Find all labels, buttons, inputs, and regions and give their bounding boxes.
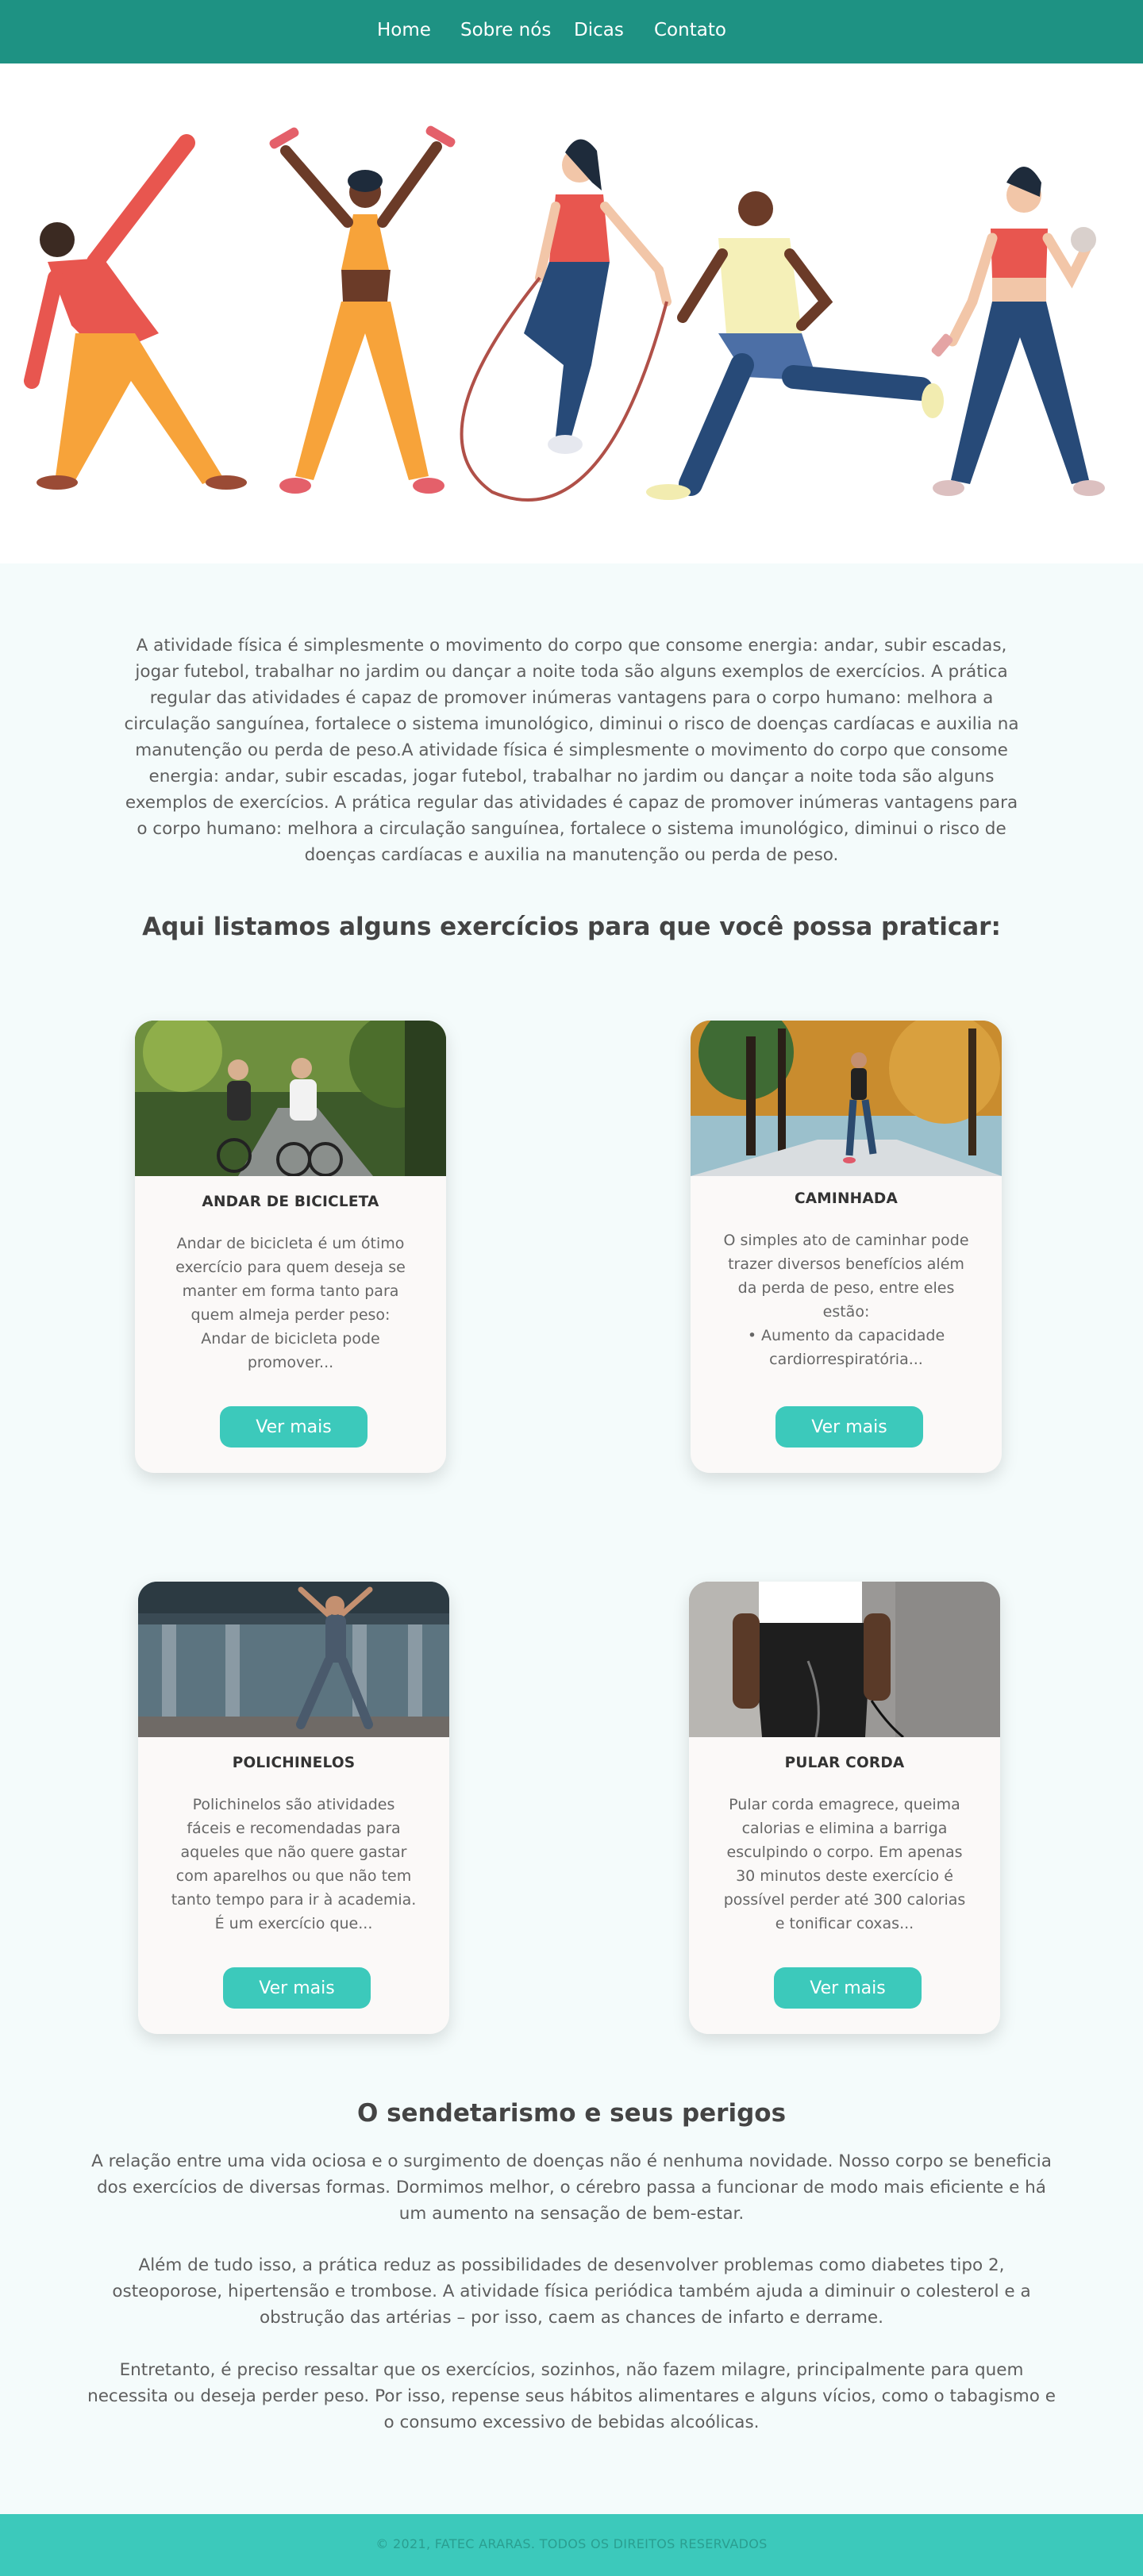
card-description: O simples ato de caminhar pode trazer di… (723, 1232, 969, 1368)
sedentary-paragraph: Entretanto, é preciso ressaltar que os e… (87, 2360, 1056, 2432)
woman-dumbbells-figure (269, 125, 456, 494)
jumping-jacks-photo (138, 1582, 449, 1737)
card-description: Polichinelos são atividades fáceis e rec… (171, 1796, 417, 1932)
top-navbar: Home Sobre nós Dicas Contato (0, 0, 1143, 63)
walking-photo (691, 1021, 1002, 1176)
card-title: PULAR CORDA (784, 1755, 905, 1771)
nav-link-dicas[interactable]: Dicas (574, 20, 624, 40)
nav-link-contato[interactable]: Contato (654, 20, 726, 40)
exercise-card-jump-rope: PULAR CORDA Pular corda emagrece, queima… (689, 1582, 1000, 2034)
jump-rope-woman-figure (460, 139, 672, 502)
nav-link-sobre-nos[interactable]: Sobre nós (460, 20, 551, 40)
footer-copyright: © 2021, FATEC ARARAS. TODOS OS DIREITOS … (375, 2536, 768, 2551)
exercise-card-cycling: ANDAR DE BICICLETA Andar de bicicleta é … (135, 1021, 446, 1473)
sedentary-paragraph: Além de tudo isso, a prática reduz as po… (112, 2255, 1031, 2328)
card-title: POLICHINELOS (232, 1755, 356, 1771)
ver-mais-button[interactable]: Ver mais (223, 1967, 371, 2009)
hero-illustration (0, 63, 1143, 563)
card-description: Pular corda emagrece, queima calorias e … (723, 1796, 966, 1932)
exercise-card-walking: CAMINHADA O simples ato de caminhar pode… (691, 1021, 1002, 1473)
cycling-photo (135, 1021, 446, 1176)
exercise-card-jumping-jacks: POLICHINELOS Polichinelos são atividades… (138, 1582, 449, 2034)
card-description: Andar de bicicleta é um ótimo exercício … (175, 1235, 406, 1371)
ver-mais-button[interactable]: Ver mais (220, 1406, 368, 1448)
woman-curl-figure (931, 167, 1105, 496)
people-exercising-illustration (24, 125, 1105, 502)
card-title: ANDAR DE BICICLETA (202, 1194, 379, 1210)
nav-link-home[interactable]: Home (377, 20, 431, 40)
sedentary-paragraph: A relação entre uma vida ociosa e o surg… (91, 2151, 1052, 2224)
running-man-figure (646, 191, 944, 500)
jump-rope-photo (689, 1582, 1000, 1737)
footer: © 2021, FATEC ARARAS. TODOS OS DIREITOS … (0, 2514, 1143, 2576)
card-title: CAMINHADA (795, 1190, 898, 1207)
stretching-man-figure (24, 134, 247, 490)
sedentary-title: O sendetarismo e seus perigos (356, 2099, 787, 2128)
ver-mais-button[interactable]: Ver mais (774, 1967, 922, 2009)
intro-paragraph: A atividade física é simplesmente o movi… (124, 636, 1019, 865)
ver-mais-button[interactable]: Ver mais (775, 1406, 923, 1448)
exercises-title: Aqui listamos alguns exercícios para que… (142, 913, 1001, 941)
